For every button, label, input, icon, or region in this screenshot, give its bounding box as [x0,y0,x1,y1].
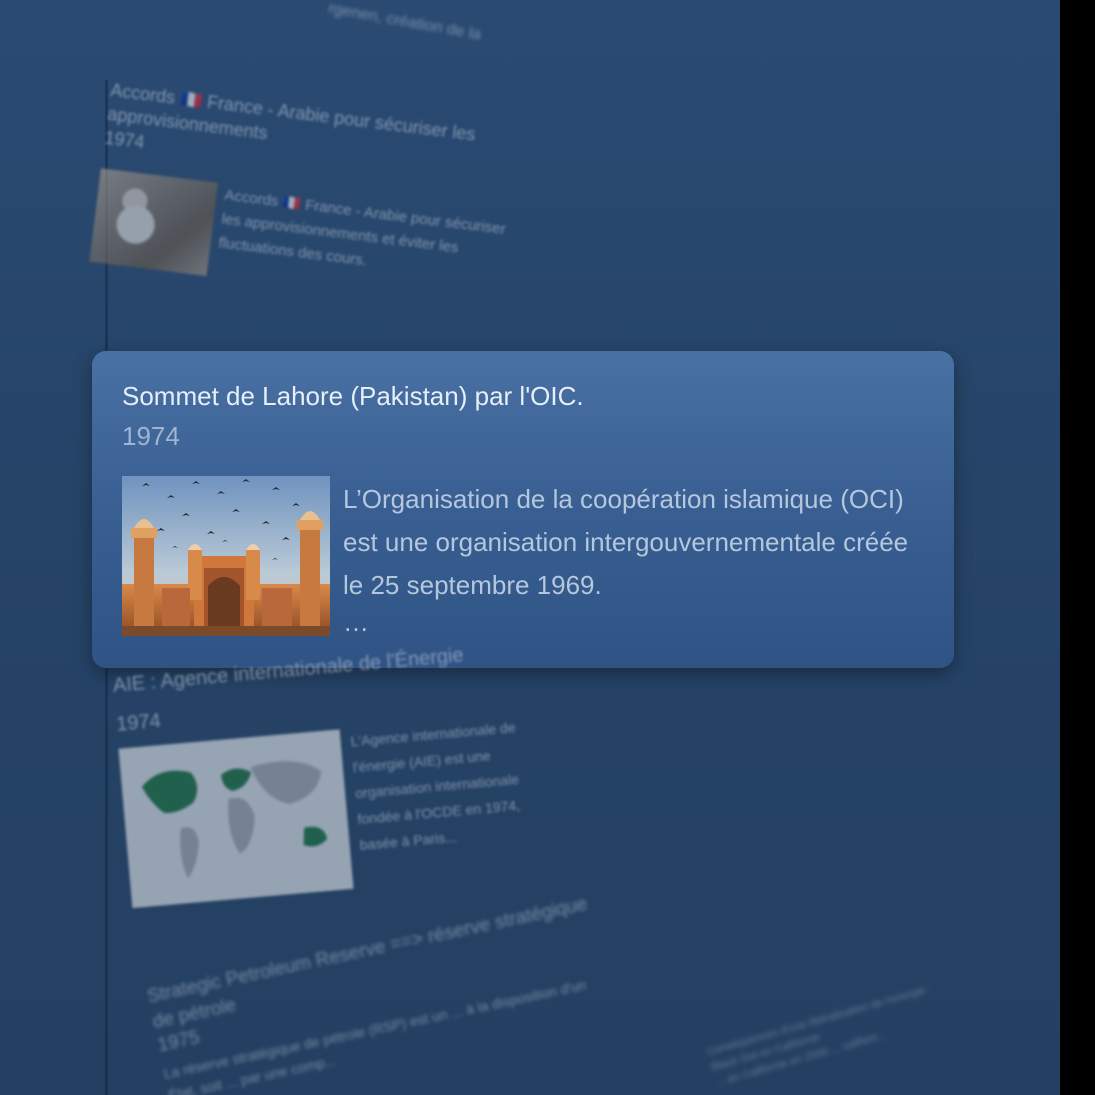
screen-edge [1060,0,1095,1095]
event-world-map [118,729,354,909]
previous-event-fragment: rgenen, création de la [327,0,483,44]
timeline-event-spr[interactable]: Strategic Petroleum Reserve ==> réserve … [145,889,621,1095]
event-image-mosque [122,476,330,636]
timeline-event-card-lahore[interactable]: Sommet de Lahore (Pakistan) par l'OIC. 1… [92,351,954,668]
event-thumbnail [89,168,219,277]
event-description: L'Agence internationale de l'énergie (AI… [350,719,521,854]
timeline-event-california[interactable]: Conséquences d'une libéralisation de l'e… [705,979,949,1091]
event-year: 1974 [122,421,180,451]
timeline-view: rgenen, création de la Accords 🇫🇷 France… [0,0,1060,1095]
event-description: Accords 🇫🇷 France - Arabie pour sécurise… [217,186,507,270]
read-more-ellipsis[interactable]: … [343,607,369,638]
event-description: L’Organisation de la coopération islamiq… [343,484,909,600]
timeline-event-aie[interactable]: AIE : Agence internationale de l'Énergie… [112,635,591,909]
timeline-event-accords[interactable]: Accords 🇫🇷 France - Arabie pour sécurise… [89,78,538,314]
event-title: Sommet de Lahore (Pakistan) par l'OIC. [122,381,584,411]
